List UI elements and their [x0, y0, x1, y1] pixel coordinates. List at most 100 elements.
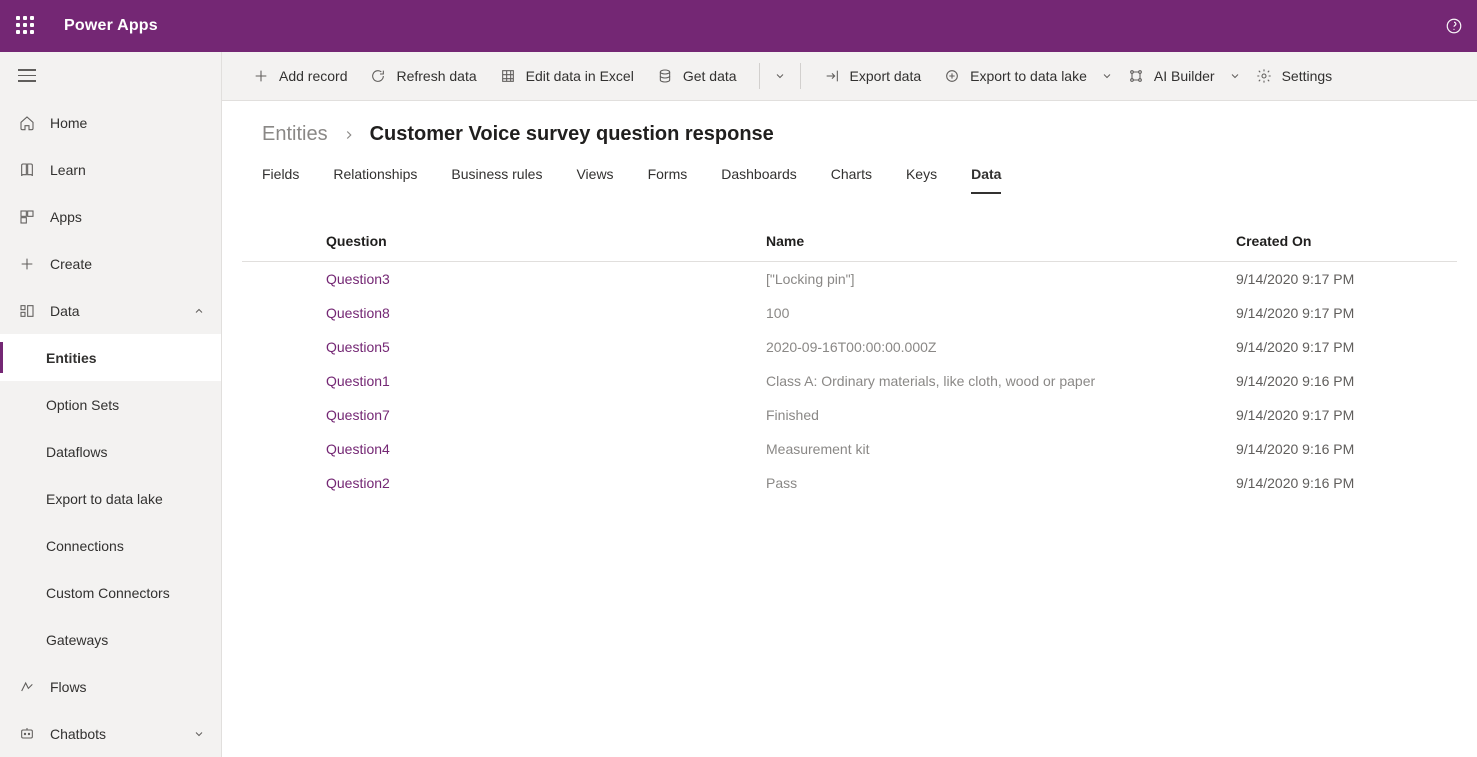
add-record-label: Add record: [279, 68, 347, 84]
plus-icon: [18, 255, 36, 273]
nav-flows[interactable]: Flows: [0, 663, 221, 710]
row-lead-cell: [242, 330, 308, 364]
column-header-name[interactable]: Name: [748, 221, 1218, 262]
get-data-button[interactable]: Get data: [648, 59, 745, 93]
table-row[interactable]: Question4Measurement kit9/14/2020 9:16 P…: [242, 432, 1457, 466]
nav-export-data-lake[interactable]: Export to data lake: [0, 475, 221, 522]
breadcrumb: Entities Customer Voice survey question …: [262, 123, 1437, 146]
hamburger-icon: [18, 69, 36, 82]
created-on-cell: 9/14/2020 9:17 PM: [1218, 330, 1457, 364]
ai-builder-button[interactable]: AI Builder: [1119, 59, 1223, 93]
question-cell[interactable]: Question5: [308, 330, 748, 364]
nav-data[interactable]: Data: [0, 287, 221, 334]
ai-builder-dropdown[interactable]: [1229, 70, 1241, 82]
nav-learn[interactable]: Learn: [0, 146, 221, 193]
chevron-down-icon: [193, 728, 205, 740]
created-on-cell: 9/14/2020 9:16 PM: [1218, 364, 1457, 398]
question-cell[interactable]: Question2: [308, 466, 748, 500]
nav-create-label: Create: [50, 256, 92, 272]
nav-entities-label: Entities: [46, 350, 97, 366]
left-nav: Home Learn Apps Create Data: [0, 52, 222, 757]
data-table-wrap: Question Name Created On Question3["Lock…: [222, 193, 1477, 500]
row-lead-cell: [242, 466, 308, 500]
nav-dataflows-label: Dataflows: [46, 444, 107, 460]
question-cell[interactable]: Question4: [308, 432, 748, 466]
top-header: Power Apps: [0, 0, 1477, 52]
nav-toggle-button[interactable]: [0, 52, 221, 99]
chevron-up-icon: [193, 305, 205, 317]
question-cell[interactable]: Question7: [308, 398, 748, 432]
tab-dashboards[interactable]: Dashboards: [721, 166, 797, 193]
column-header-question[interactable]: Question: [308, 221, 748, 262]
export-data-lake-dropdown[interactable]: [1101, 70, 1113, 82]
nav-option-sets-label: Option Sets: [46, 397, 119, 413]
excel-icon: [499, 67, 517, 85]
column-header-created-on[interactable]: Created On: [1218, 221, 1457, 262]
breadcrumb-root[interactable]: Entities: [262, 123, 328, 146]
main-content: Add record Refresh data Edit data in Exc…: [222, 52, 1477, 757]
nav-dataflows[interactable]: Dataflows: [0, 428, 221, 475]
table-row[interactable]: Question7Finished9/14/2020 9:17 PM: [242, 398, 1457, 432]
page-title: Customer Voice survey question response: [370, 123, 774, 146]
nav-option-sets[interactable]: Option Sets: [0, 381, 221, 428]
settings-button[interactable]: Settings: [1247, 59, 1341, 93]
refresh-data-button[interactable]: Refresh data: [361, 59, 484, 93]
nav-export-data-lake-label: Export to data lake: [46, 491, 163, 507]
tab-charts[interactable]: Charts: [831, 166, 872, 193]
lake-icon: [943, 67, 961, 85]
nav-connections[interactable]: Connections: [0, 522, 221, 569]
gear-icon: [1255, 67, 1273, 85]
nav-home[interactable]: Home: [0, 99, 221, 146]
name-cell: Finished: [748, 398, 1218, 432]
add-record-button[interactable]: Add record: [244, 59, 355, 93]
table-row[interactable]: Question3["Locking pin"]9/14/2020 9:17 P…: [242, 262, 1457, 297]
nav-gateways[interactable]: Gateways: [0, 616, 221, 663]
question-cell[interactable]: Question3: [308, 262, 748, 297]
export-data-lake-button[interactable]: Export to data lake: [935, 59, 1095, 93]
name-cell: Class A: Ordinary materials, like cloth,…: [748, 364, 1218, 398]
nav-entities[interactable]: Entities: [0, 334, 221, 381]
nav-connections-label: Connections: [46, 538, 124, 554]
ai-builder-label: AI Builder: [1154, 68, 1215, 84]
nav-apps[interactable]: Apps: [0, 193, 221, 240]
nav-flows-label: Flows: [50, 679, 87, 695]
nav-custom-connectors[interactable]: Custom Connectors: [0, 569, 221, 616]
tab-keys[interactable]: Keys: [906, 166, 937, 193]
created-on-cell: 9/14/2020 9:16 PM: [1218, 466, 1457, 500]
nav-chatbots[interactable]: Chatbots: [0, 710, 221, 757]
nav-custom-connectors-label: Custom Connectors: [46, 585, 170, 601]
table-row[interactable]: Question1Class A: Ordinary materials, li…: [242, 364, 1457, 398]
tab-fields[interactable]: Fields: [262, 166, 299, 193]
tab-views[interactable]: Views: [576, 166, 613, 193]
tabs: Fields Relationships Business rules View…: [222, 146, 1477, 193]
toolbar-divider: [800, 63, 801, 89]
tab-forms[interactable]: Forms: [648, 166, 688, 193]
stack-icon: [656, 67, 674, 85]
nav-apps-label: Apps: [50, 209, 82, 225]
chevron-right-icon: [342, 128, 356, 142]
name-cell: 100: [748, 296, 1218, 330]
table-row[interactable]: Question52020-09-16T00:00:00.000Z9/14/20…: [242, 330, 1457, 364]
question-cell[interactable]: Question8: [308, 296, 748, 330]
question-cell[interactable]: Question1: [308, 364, 748, 398]
help-icon[interactable]: [1445, 17, 1463, 35]
data-table: Question Name Created On Question3["Lock…: [242, 221, 1457, 500]
nav-gateways-label: Gateways: [46, 632, 108, 648]
edit-in-excel-button[interactable]: Edit data in Excel: [491, 59, 642, 93]
get-data-label: Get data: [683, 68, 737, 84]
export-data-button[interactable]: Export data: [815, 59, 930, 93]
tab-business-rules[interactable]: Business rules: [451, 166, 542, 193]
created-on-cell: 9/14/2020 9:16 PM: [1218, 432, 1457, 466]
get-data-dropdown[interactable]: [774, 70, 786, 82]
tab-data[interactable]: Data: [971, 166, 1001, 194]
created-on-cell: 9/14/2020 9:17 PM: [1218, 398, 1457, 432]
refresh-icon: [369, 67, 387, 85]
nav-create[interactable]: Create: [0, 240, 221, 287]
name-cell: 2020-09-16T00:00:00.000Z: [748, 330, 1218, 364]
table-row[interactable]: Question81009/14/2020 9:17 PM: [242, 296, 1457, 330]
nav-chatbots-label: Chatbots: [50, 726, 106, 742]
table-row[interactable]: Question2Pass9/14/2020 9:16 PM: [242, 466, 1457, 500]
refresh-data-label: Refresh data: [396, 68, 476, 84]
app-launcher-icon[interactable]: [16, 16, 36, 36]
tab-relationships[interactable]: Relationships: [333, 166, 417, 193]
